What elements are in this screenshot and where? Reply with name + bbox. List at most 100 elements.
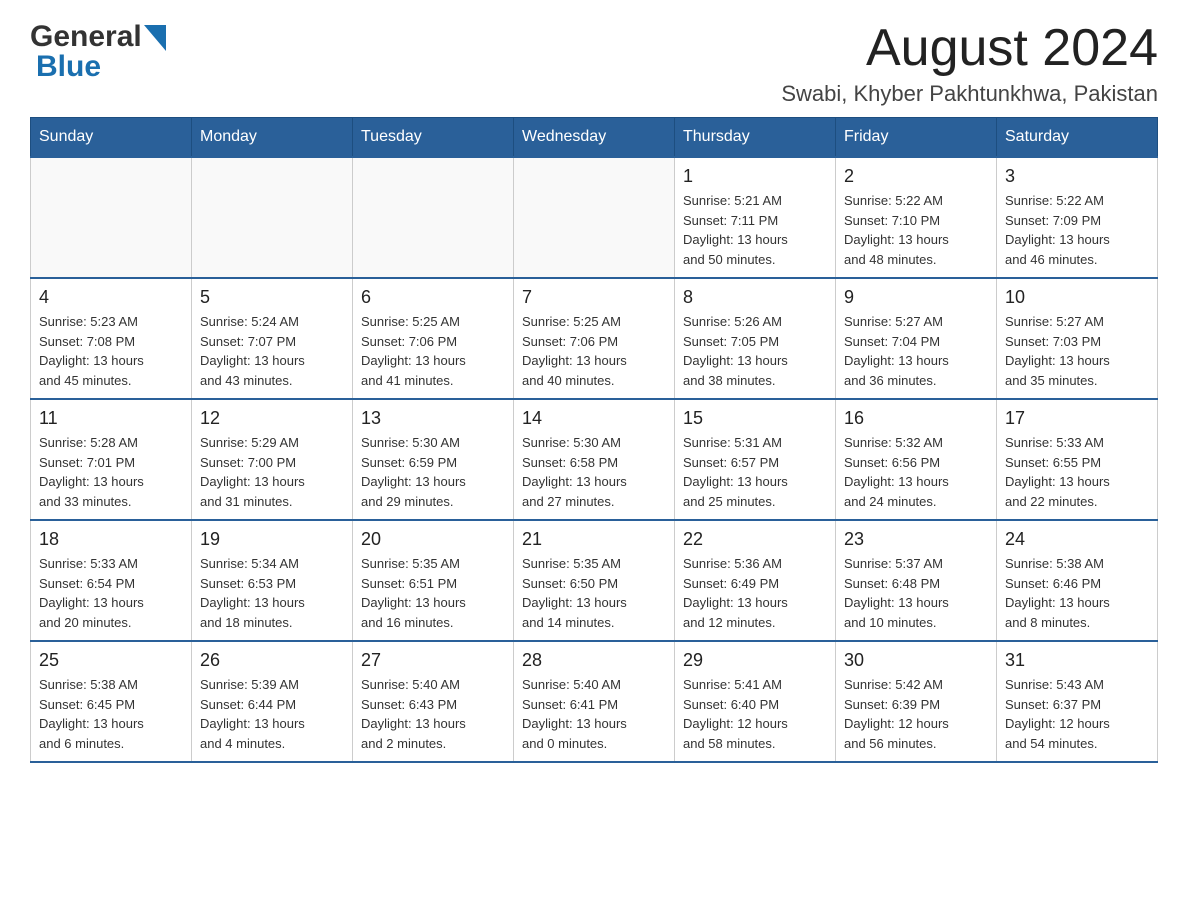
day-number: 7	[522, 287, 666, 308]
calendar-cell: 8 Sunrise: 5:26 AM Sunset: 7:05 PM Daylig…	[675, 278, 836, 399]
calendar-cell: 27Sunrise: 5:40 AM Sunset: 6:43 PM Dayli…	[353, 641, 514, 762]
day-number: 26	[200, 650, 344, 671]
logo-triangle-icon	[144, 25, 166, 51]
day-number: 13	[361, 408, 505, 429]
day-info: Sunrise: 5:23 AM Sunset: 7:08 PM Dayligh…	[39, 312, 183, 390]
calendar-cell: 29Sunrise: 5:41 AM Sunset: 6:40 PM Dayli…	[675, 641, 836, 762]
day-info: Sunrise: 5:25 AM Sunset: 7:06 PM Dayligh…	[522, 312, 666, 390]
day-number: 27	[361, 650, 505, 671]
day-info: Sunrise: 5:25 AM Sunset: 7:06 PM Dayligh…	[361, 312, 505, 390]
day-number: 17	[1005, 408, 1149, 429]
calendar-cell: 17 Sunrise: 5:33 AM Sunset: 6:55 PM Dayli…	[997, 399, 1158, 520]
calendar-cell: 18 Sunrise: 5:33 AM Sunset: 6:54 PM Dayli…	[31, 520, 192, 641]
day-info: Sunrise: 5:42 AM Sunset: 6:39 PM Dayligh…	[844, 675, 988, 753]
calendar-cell: 11 Sunrise: 5:28 AM Sunset: 7:01 PM Dayli…	[31, 399, 192, 520]
day-number: 31	[1005, 650, 1149, 671]
calendar-cell: 31 Sunrise: 5:43 AM Sunset: 6:37 PM Dayli…	[997, 641, 1158, 762]
page-header: General Blue August 2024 Swabi, Khyber P…	[30, 20, 1158, 107]
day-number: 12	[200, 408, 344, 429]
weekday-header-tuesday: Tuesday	[353, 118, 514, 158]
day-number: 8	[683, 287, 827, 308]
calendar-cell: 9Sunrise: 5:27 AM Sunset: 7:04 PM Daylig…	[836, 278, 997, 399]
calendar-cell: 3Sunrise: 5:22 AM Sunset: 7:09 PM Daylig…	[997, 157, 1158, 278]
day-info: Sunrise: 5:35 AM Sunset: 6:50 PM Dayligh…	[522, 554, 666, 632]
day-info: Sunrise: 5:33 AM Sunset: 6:54 PM Dayligh…	[39, 554, 183, 632]
calendar-table: SundayMondayTuesdayWednesdayThursdayFrid…	[30, 117, 1158, 763]
location-subtitle: Swabi, Khyber Pakhtunkhwa, Pakistan	[781, 81, 1158, 107]
day-info: Sunrise: 5:36 AM Sunset: 6:49 PM Dayligh…	[683, 554, 827, 632]
logo: General Blue	[30, 20, 166, 84]
day-info: Sunrise: 5:34 AM Sunset: 6:53 PM Dayligh…	[200, 554, 344, 632]
day-info: Sunrise: 5:27 AM Sunset: 7:03 PM Dayligh…	[1005, 312, 1149, 390]
day-number: 28	[522, 650, 666, 671]
day-number: 15	[683, 408, 827, 429]
weekday-header-friday: Friday	[836, 118, 997, 158]
calendar-header-row: SundayMondayTuesdayWednesdayThursdayFrid…	[31, 118, 1158, 158]
calendar-cell: 2Sunrise: 5:22 AM Sunset: 7:10 PM Daylig…	[836, 157, 997, 278]
calendar-cell: 12 Sunrise: 5:29 AM Sunset: 7:00 PM Dayli…	[192, 399, 353, 520]
day-info: Sunrise: 5:30 AM Sunset: 6:59 PM Dayligh…	[361, 433, 505, 511]
calendar-week-row: 11 Sunrise: 5:28 AM Sunset: 7:01 PM Dayli…	[31, 399, 1158, 520]
day-number: 2	[844, 166, 988, 187]
weekday-header-wednesday: Wednesday	[514, 118, 675, 158]
calendar-cell: 19Sunrise: 5:34 AM Sunset: 6:53 PM Dayli…	[192, 520, 353, 641]
day-info: Sunrise: 5:39 AM Sunset: 6:44 PM Dayligh…	[200, 675, 344, 753]
calendar-cell	[192, 157, 353, 278]
day-info: Sunrise: 5:29 AM Sunset: 7:00 PM Dayligh…	[200, 433, 344, 511]
day-info: Sunrise: 5:37 AM Sunset: 6:48 PM Dayligh…	[844, 554, 988, 632]
calendar-week-row: 1 Sunrise: 5:21 AM Sunset: 7:11 PM Daylig…	[31, 157, 1158, 278]
day-info: Sunrise: 5:31 AM Sunset: 6:57 PM Dayligh…	[683, 433, 827, 511]
day-number: 1	[683, 166, 827, 187]
calendar-cell: 21 Sunrise: 5:35 AM Sunset: 6:50 PM Dayli…	[514, 520, 675, 641]
logo-general-text: General	[30, 20, 142, 54]
day-number: 3	[1005, 166, 1149, 187]
day-number: 23	[844, 529, 988, 550]
day-info: Sunrise: 5:26 AM Sunset: 7:05 PM Dayligh…	[683, 312, 827, 390]
calendar-cell: 24 Sunrise: 5:38 AM Sunset: 6:46 PM Dayli…	[997, 520, 1158, 641]
calendar-cell: 15 Sunrise: 5:31 AM Sunset: 6:57 PM Dayli…	[675, 399, 836, 520]
day-info: Sunrise: 5:33 AM Sunset: 6:55 PM Dayligh…	[1005, 433, 1149, 511]
calendar-week-row: 4 Sunrise: 5:23 AM Sunset: 7:08 PM Daylig…	[31, 278, 1158, 399]
day-info: Sunrise: 5:35 AM Sunset: 6:51 PM Dayligh…	[361, 554, 505, 632]
day-number: 4	[39, 287, 183, 308]
day-number: 16	[844, 408, 988, 429]
day-number: 25	[39, 650, 183, 671]
day-number: 29	[683, 650, 827, 671]
calendar-cell	[514, 157, 675, 278]
calendar-week-row: 25 Sunrise: 5:38 AM Sunset: 6:45 PM Dayli…	[31, 641, 1158, 762]
calendar-cell: 22Sunrise: 5:36 AM Sunset: 6:49 PM Dayli…	[675, 520, 836, 641]
day-number: 30	[844, 650, 988, 671]
calendar-cell: 5Sunrise: 5:24 AM Sunset: 7:07 PM Daylig…	[192, 278, 353, 399]
calendar-week-row: 18 Sunrise: 5:33 AM Sunset: 6:54 PM Dayli…	[31, 520, 1158, 641]
calendar-cell: 14 Sunrise: 5:30 AM Sunset: 6:58 PM Dayli…	[514, 399, 675, 520]
logo-blue-text: Blue	[36, 50, 101, 84]
day-info: Sunrise: 5:38 AM Sunset: 6:46 PM Dayligh…	[1005, 554, 1149, 632]
calendar-cell: 26 Sunrise: 5:39 AM Sunset: 6:44 PM Dayli…	[192, 641, 353, 762]
calendar-cell: 6 Sunrise: 5:25 AM Sunset: 7:06 PM Daylig…	[353, 278, 514, 399]
day-number: 11	[39, 408, 183, 429]
calendar-cell: 1 Sunrise: 5:21 AM Sunset: 7:11 PM Daylig…	[675, 157, 836, 278]
day-number: 18	[39, 529, 183, 550]
calendar-cell: 13 Sunrise: 5:30 AM Sunset: 6:59 PM Dayli…	[353, 399, 514, 520]
day-info: Sunrise: 5:40 AM Sunset: 6:41 PM Dayligh…	[522, 675, 666, 753]
calendar-cell: 23 Sunrise: 5:37 AM Sunset: 6:48 PM Dayli…	[836, 520, 997, 641]
calendar-cell: 16 Sunrise: 5:32 AM Sunset: 6:56 PM Dayli…	[836, 399, 997, 520]
day-info: Sunrise: 5:38 AM Sunset: 6:45 PM Dayligh…	[39, 675, 183, 753]
calendar-cell: 28 Sunrise: 5:40 AM Sunset: 6:41 PM Dayli…	[514, 641, 675, 762]
day-number: 21	[522, 529, 666, 550]
day-number: 14	[522, 408, 666, 429]
calendar-cell: 25 Sunrise: 5:38 AM Sunset: 6:45 PM Dayli…	[31, 641, 192, 762]
title-block: August 2024 Swabi, Khyber Pakhtunkhwa, P…	[781, 20, 1158, 107]
day-info: Sunrise: 5:32 AM Sunset: 6:56 PM Dayligh…	[844, 433, 988, 511]
day-info: Sunrise: 5:21 AM Sunset: 7:11 PM Dayligh…	[683, 191, 827, 269]
calendar-cell: 10Sunrise: 5:27 AM Sunset: 7:03 PM Dayli…	[997, 278, 1158, 399]
day-info: Sunrise: 5:30 AM Sunset: 6:58 PM Dayligh…	[522, 433, 666, 511]
day-number: 24	[1005, 529, 1149, 550]
day-info: Sunrise: 5:27 AM Sunset: 7:04 PM Dayligh…	[844, 312, 988, 390]
day-number: 6	[361, 287, 505, 308]
day-number: 20	[361, 529, 505, 550]
day-info: Sunrise: 5:43 AM Sunset: 6:37 PM Dayligh…	[1005, 675, 1149, 753]
calendar-cell: 4 Sunrise: 5:23 AM Sunset: 7:08 PM Daylig…	[31, 278, 192, 399]
day-number: 5	[200, 287, 344, 308]
day-info: Sunrise: 5:28 AM Sunset: 7:01 PM Dayligh…	[39, 433, 183, 511]
